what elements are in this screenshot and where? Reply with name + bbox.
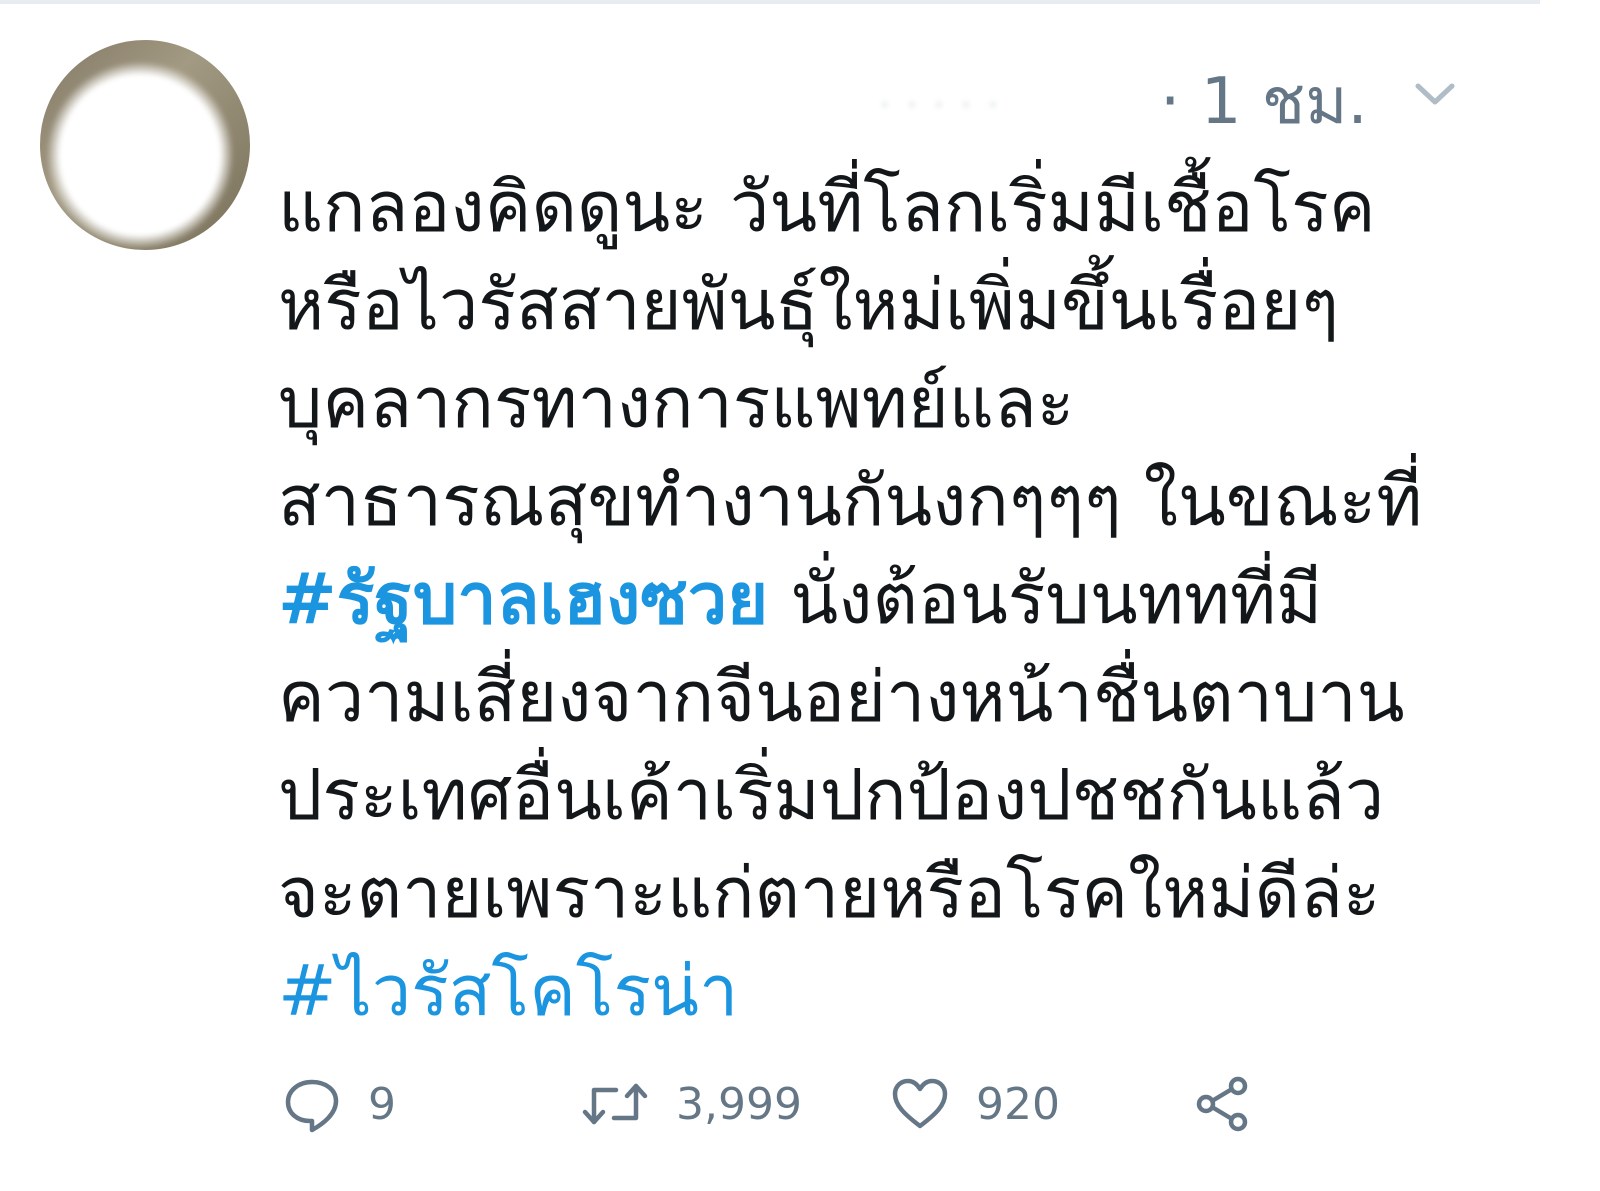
tweet-line-text: จะตายเพราะแก่ตายหรือโรคใหม่ดีล่ะ [278, 852, 1381, 934]
reply-count: 9 [368, 1078, 396, 1130]
retweet-icon [582, 1083, 648, 1125]
tweet-line-text: หรือไวรัสสายพันธุ์ใหม่เพิ่มขึ้นเรื่อยๆ [278, 264, 1339, 346]
like-count: 920 [976, 1078, 1060, 1130]
tweet-line: บุคลากรทางการแพทย์และ [278, 354, 1518, 452]
tweet-line-text: ความเสี่ยงจากจีนอย่างหน้าชื่นตาบาน [278, 656, 1405, 738]
tweet-line: ประเทศอื่นเค้าเริ่มปกป้องปชชกันแล้ว [278, 746, 1518, 844]
tweet-line-text: บุคลากรทางการแพทย์และ [278, 362, 1075, 444]
tweet-line: หรือไวรัสสายพันธุ์ใหม่เพิ่มขึ้นเรื่อยๆ [278, 256, 1518, 354]
hashtag-link[interactable]: #รัฐบาลเฮงซวย [278, 558, 768, 640]
share-button[interactable] [1192, 1068, 1252, 1140]
tweet-text: แกลองคิดดูนะ วันที่โลกเริ่มมีเชื้อโรค หร… [278, 158, 1518, 1040]
tweet-line-text: สาธารณสุขทำงานกันงกๆๆๆ ในขณะที่ [278, 460, 1423, 542]
retweet-button[interactable]: 3,999 [580, 1068, 802, 1140]
share-icon [1196, 1076, 1248, 1132]
reply-button[interactable]: 9 [282, 1068, 396, 1140]
author-name-blurred[interactable]: · · · · · [880, 88, 1110, 128]
tweet-line: #รัฐบาลเฮงซวย นั่งต้อนรับนททที่มี [278, 550, 1518, 648]
chevron-down-icon[interactable] [1414, 80, 1456, 110]
tweet-line: แกลองคิดดูนะ วันที่โลกเริ่มมีเชื้อโรค [278, 158, 1518, 256]
tweet-actions: 9 3,999 920 [280, 1068, 1280, 1140]
tweet-line: #ไวรัสโคโรน่า [278, 942, 1518, 1040]
hashtag-link[interactable]: #ไวรัสโคโรน่า [278, 950, 738, 1032]
avatar-image [40, 40, 250, 250]
tweet-line: ความเสี่ยงจากจีนอย่างหน้าชื่นตาบาน [278, 648, 1518, 746]
tweet-line-text: นั่งต้อนรับนททที่มี [768, 558, 1323, 640]
avatar[interactable] [40, 40, 250, 250]
tweet-line-text: แกลองคิดดูนะ วันที่โลกเริ่มมีเชื้อโรค [278, 166, 1376, 248]
tweet-line: สาธารณสุขทำงานกันงกๆๆๆ ในขณะที่ [278, 452, 1518, 550]
reply-icon [285, 1079, 339, 1133]
tweet-timestamp[interactable]: · 1 ชม. [1160, 62, 1368, 142]
tweet-line: จะตายเพราะแก่ตายหรือโรคใหม่ดีล่ะ [278, 844, 1518, 942]
tweet-line-text: ประเทศอื่นเค้าเริ่มปกป้องปชชกันแล้ว [278, 754, 1385, 836]
like-button[interactable]: 920 [890, 1068, 1060, 1140]
heart-icon [892, 1078, 948, 1129]
retweet-count: 3,999 [676, 1078, 802, 1130]
top-divider [0, 0, 1540, 4]
